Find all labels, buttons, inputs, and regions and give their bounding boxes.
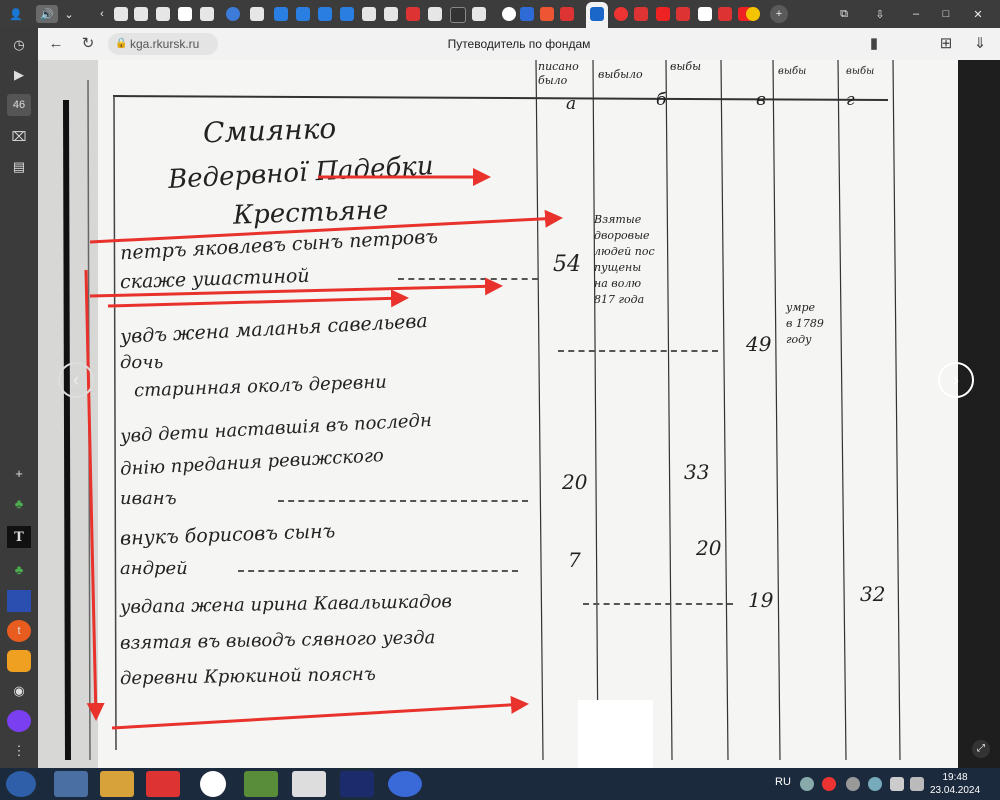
media-icon[interactable]: ▶ (7, 64, 31, 86)
folder-icon[interactable] (100, 771, 134, 797)
url-field[interactable]: 🔒 kga.rkursk.ru (108, 33, 218, 55)
circle-app-icon[interactable]: ◉ (7, 680, 31, 702)
app-icon[interactable] (7, 590, 31, 612)
fullscreen-icon[interactable]: ⤢ (972, 740, 990, 758)
tray-icon[interactable] (846, 777, 860, 791)
minimize-icon[interactable]: – (908, 5, 924, 23)
collections-icon[interactable]: ⊞ (936, 34, 956, 54)
copy-icon[interactable]: ⧉ (836, 5, 852, 23)
news-tab-icon[interactable] (318, 7, 332, 21)
tab-favicon-17[interactable] (472, 7, 486, 21)
red-arrow (107, 289, 409, 308)
next-page-button[interactable]: › (938, 362, 974, 398)
collections-icon[interactable]: ▤ (7, 156, 31, 178)
volume-icon[interactable] (910, 777, 924, 791)
t-app-icon[interactable]: t (7, 620, 31, 642)
settings-dots-icon[interactable]: ⋮ (7, 740, 31, 762)
app-icon[interactable] (388, 771, 422, 797)
flag-icon[interactable] (890, 777, 904, 791)
news-tab-icon[interactable] (296, 7, 310, 21)
profile-icon[interactable]: 👤 (6, 5, 26, 23)
maximize-icon[interactable]: □ (938, 5, 954, 23)
tree-icon[interactable]: ♣ (7, 492, 31, 514)
document-viewer[interactable]: писано было выбыло выбы выбы выбы а б в … (38, 60, 958, 768)
play-tab-icon[interactable] (746, 7, 760, 21)
tab-favicon-22[interactable] (614, 7, 628, 21)
annotation-layer (84, 168, 563, 730)
start-button[interactable] (6, 771, 36, 797)
news-tab-icon[interactable] (340, 7, 354, 21)
yandex-tab-icon[interactable] (676, 7, 690, 21)
photoshop-icon[interactable] (340, 771, 374, 797)
youtube-tab-icon[interactable] (656, 7, 670, 21)
language-indicator[interactable]: RU (775, 776, 791, 788)
browser-tab-strip: 👤 🔊 ⌄ ‹ + ⧉ ⇩ – □ ✕ (0, 0, 1000, 28)
history-icon[interactable]: ◷ (7, 34, 31, 56)
red-arrow (111, 695, 529, 730)
wikipedia-tab-icon[interactable] (698, 7, 712, 21)
previous-page-button[interactable]: ‹ (58, 362, 94, 398)
chevron-left-icon[interactable]: ‹ (96, 5, 108, 23)
tab-favicon-15[interactable] (428, 7, 442, 21)
add-panel-icon[interactable]: + (7, 462, 31, 484)
wikipedia-tab-icon[interactable] (178, 7, 192, 21)
mail-icon[interactable] (7, 650, 31, 672)
tray-icon[interactable] (800, 777, 814, 791)
bookmark-icon[interactable]: ▮ (864, 34, 884, 54)
date: 23.04.2024 (930, 785, 981, 796)
tab-counter[interactable]: 46 (7, 94, 31, 116)
screenshot-icon[interactable]: ⌧ (7, 126, 31, 148)
tab-favicon-1[interactable] (114, 7, 128, 21)
yandex-tab-icon[interactable] (560, 7, 574, 21)
tree-icon[interactable]: ♣ (7, 558, 31, 580)
address-bar: ← ↻ Путеводитель по фондам 🔒 kga.rkursk.… (38, 28, 1000, 61)
red-arrow (89, 209, 563, 244)
tab-favicon-5[interactable] (200, 7, 214, 21)
extensions-icon[interactable]: ⇓ (970, 34, 990, 54)
red-arrow (84, 269, 105, 721)
viewer-right-strip: › ⤢ (938, 60, 1000, 768)
calculator-icon[interactable] (54, 771, 88, 797)
alice-icon[interactable] (7, 710, 31, 732)
tab-favicon-18[interactable] (502, 7, 516, 21)
tab-favicon-20[interactable] (540, 7, 554, 21)
clock[interactable]: 19:48 23.04.2024 (930, 771, 980, 797)
tab-favicon-13[interactable] (384, 7, 398, 21)
close-icon[interactable]: ✕ (970, 5, 986, 23)
sound-icon[interactable]: 🔊 (36, 5, 58, 23)
yandex-tab-icon[interactable] (718, 7, 732, 21)
yandex-tab-icon[interactable] (406, 7, 420, 21)
yandex-icon[interactable] (146, 771, 180, 797)
yandex-tab-icon[interactable] (634, 7, 648, 21)
text-app-icon[interactable]: T (7, 526, 31, 548)
tab-favicon-3[interactable] (156, 7, 170, 21)
chevron-down-icon[interactable]: ⌄ (62, 5, 76, 23)
time: 19:48 (942, 772, 968, 783)
tray-icon[interactable] (868, 777, 882, 791)
yandex-tray-icon[interactable] (822, 777, 836, 791)
image-viewer-icon[interactable] (244, 771, 278, 797)
tab-favicon-7[interactable] (250, 7, 264, 21)
tab-favicon-12[interactable] (362, 7, 376, 21)
yandex-browser-icon[interactable] (200, 771, 226, 797)
windows-taskbar: RU 19:48 23.04.2024 (0, 768, 1000, 800)
news-tab-icon[interactable] (274, 7, 288, 21)
browser-side-panel: ◷ ▶ 46 ⌧ ▤ + ♣ T ♣ t ◉ ⋮ (0, 28, 38, 768)
active-tab-favicon (590, 7, 604, 21)
red-arrow (89, 277, 503, 298)
lock-icon: 🔒 (115, 38, 128, 49)
globe-tab-icon[interactable] (226, 7, 240, 21)
download-icon[interactable]: ⇩ (872, 5, 888, 23)
new-tab-icon[interactable]: + (770, 5, 788, 23)
tab-favicon-2[interactable] (134, 7, 148, 21)
tab-favicon-16[interactable] (450, 7, 466, 23)
tab-favicon-19[interactable] (520, 7, 534, 21)
url-text: kga.rkursk.ru (130, 37, 200, 51)
document-icon[interactable] (292, 771, 326, 797)
